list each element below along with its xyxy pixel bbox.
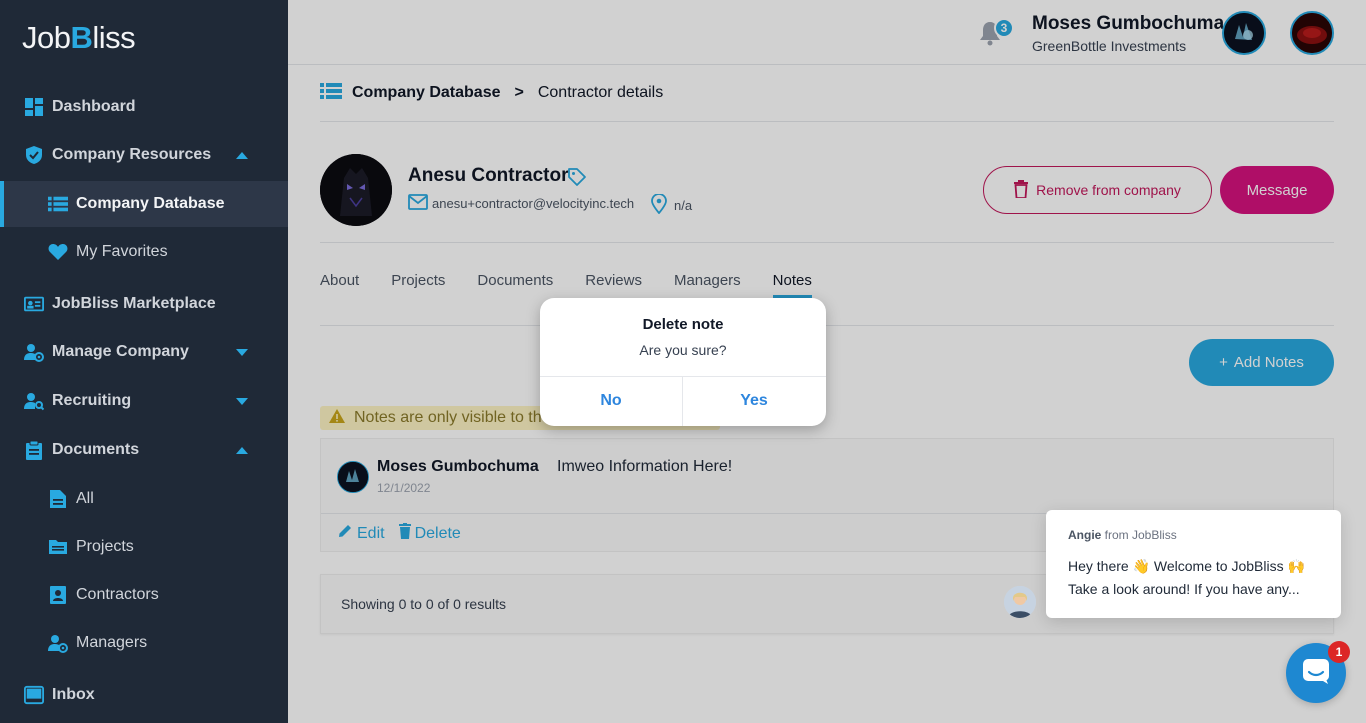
delete-note-dialog: Delete note Are you sure? No Yes bbox=[540, 298, 826, 426]
sidebar-item-dashboard[interactable]: Dashboard bbox=[0, 84, 288, 130]
chevron-up-icon[interactable] bbox=[236, 446, 248, 454]
chat-sender: Angie from JobBliss bbox=[1068, 528, 1177, 542]
dialog-yes-button[interactable]: Yes bbox=[683, 376, 825, 426]
dashboard-icon bbox=[24, 97, 44, 117]
chevron-down-icon[interactable] bbox=[236, 348, 248, 356]
heart-icon bbox=[48, 242, 68, 262]
folder-icon bbox=[48, 537, 68, 557]
dialog-title: Delete note bbox=[642, 316, 724, 333]
sidebar-item-label: Manage Company bbox=[52, 343, 189, 360]
sidebar-item-managers[interactable]: Managers bbox=[0, 620, 288, 666]
sidebar-item-company-resources[interactable]: Company Resources bbox=[0, 132, 288, 178]
sidebar-item-label: Contractors bbox=[76, 586, 159, 603]
chat-unread-badge: 1 bbox=[1328, 641, 1350, 663]
logo-text-suffix: liss bbox=[92, 20, 136, 55]
sidebar-item-label: Dashboard bbox=[52, 98, 136, 115]
sidebar-item-label: JobBliss Marketplace bbox=[52, 295, 216, 312]
shield-check-icon bbox=[24, 145, 44, 165]
sidebar-item-label: Company Database bbox=[76, 195, 225, 212]
sidebar-item-label: Documents bbox=[52, 441, 140, 458]
user-gear-icon bbox=[48, 633, 68, 653]
chat-from-label: from JobBliss bbox=[1101, 528, 1177, 542]
chevron-up-icon[interactable] bbox=[236, 151, 248, 159]
id-card-icon bbox=[24, 294, 44, 314]
sidebar-item-label: Inbox bbox=[52, 686, 95, 703]
chat-bubble-icon bbox=[1301, 657, 1331, 690]
inbox-icon bbox=[24, 685, 44, 705]
sidebar: JobBliss Dashboard Company Resources Com… bbox=[0, 0, 288, 723]
sidebar-item-recruiting[interactable]: Recruiting bbox=[0, 378, 288, 424]
chat-preview-popup[interactable]: Angie from JobBliss Hey there 👋 Welcome … bbox=[1046, 510, 1341, 618]
sidebar-item-inbox[interactable]: Inbox bbox=[0, 672, 288, 718]
sidebar-item-label: Managers bbox=[76, 634, 148, 651]
logo-text-b: B bbox=[70, 20, 93, 55]
sidebar-item-jobbliss-marketplace[interactable]: JobBliss Marketplace bbox=[0, 281, 288, 327]
sidebar-item-projects[interactable]: Projects bbox=[0, 524, 288, 570]
sidebar-item-label: All bbox=[76, 490, 94, 507]
dialog-no-button[interactable]: No bbox=[540, 376, 682, 426]
database-list-icon bbox=[48, 194, 68, 214]
sidebar-item-documents[interactable]: Documents bbox=[0, 427, 288, 473]
contract-icon bbox=[48, 585, 68, 605]
sidebar-item-label: Projects bbox=[76, 538, 134, 555]
sidebar-item-all-documents[interactable]: All bbox=[0, 476, 288, 522]
sidebar-item-label: Recruiting bbox=[52, 392, 132, 409]
sidebar-item-my-favorites[interactable]: My Favorites bbox=[0, 229, 288, 275]
chat-message-line: Hey there 👋 Welcome to JobBliss 🙌 bbox=[1068, 558, 1305, 574]
sidebar-item-manage-company[interactable]: Manage Company bbox=[0, 329, 288, 375]
user-gear-icon bbox=[24, 342, 44, 362]
file-icon bbox=[48, 489, 68, 509]
sidebar-item-label: Company Resources bbox=[52, 146, 212, 163]
chat-agent-name: Angie bbox=[1068, 528, 1102, 542]
jobbliss-logo[interactable]: JobBliss bbox=[22, 20, 136, 56]
clipboard-icon bbox=[24, 440, 44, 460]
dialog-message: Are you sure? bbox=[639, 342, 727, 358]
sidebar-item-company-database[interactable]: Company Database bbox=[0, 181, 288, 227]
chat-message-line: Take a look around! If you have any... bbox=[1068, 581, 1300, 597]
logo-text-prefix: Job bbox=[22, 20, 71, 55]
chat-agent-avatar bbox=[1004, 586, 1036, 618]
sidebar-item-contractors[interactable]: Contractors bbox=[0, 572, 288, 618]
user-search-icon bbox=[24, 391, 44, 411]
sidebar-item-label: My Favorites bbox=[76, 243, 168, 260]
chevron-down-icon[interactable] bbox=[236, 397, 248, 405]
